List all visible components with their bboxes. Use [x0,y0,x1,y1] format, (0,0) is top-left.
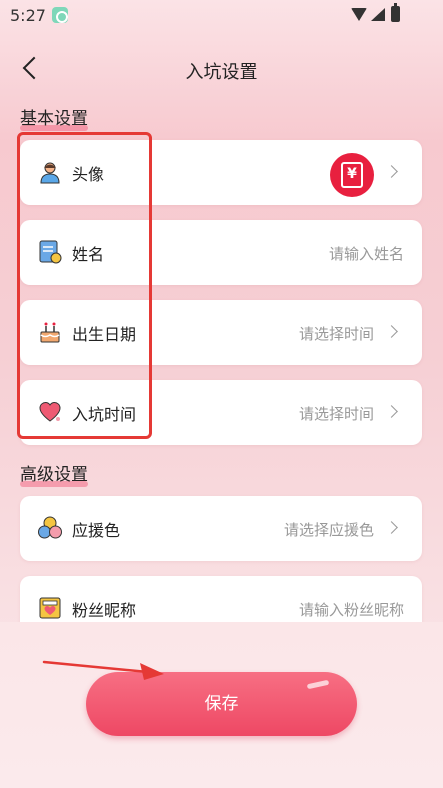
status-indicators [351,3,411,26]
receipt-yen-icon: ¥ [341,162,363,188]
section-title-basic: 基本设置 [20,109,88,131]
chevron-right-icon [385,405,398,418]
chevron-right-icon [385,165,398,178]
section-title-advanced: 高级设置 [20,465,88,487]
wifi-icon [351,8,367,21]
signal-icon [371,8,385,21]
page-title: 入坑设置 [185,62,258,83]
header: 入坑设置 [0,50,443,90]
entry-time-row[interactable]: 入坑时间 请选择时间 [20,380,422,445]
avatar-row[interactable]: 头像 ¥ [20,140,422,205]
entry-time-label: 入坑时间 [72,405,137,424]
app-notification-icon [52,7,68,23]
avatar-image[interactable]: ¥ [330,153,374,197]
heart-icon [39,401,61,422]
battery-icon [391,3,400,22]
save-button-label: 保存 [204,694,239,713]
entry-time-picker[interactable]: 请选择时间 [299,403,374,424]
birthday-picker[interactable]: 请选择时间 [299,323,374,344]
birthday-label: 出生日期 [72,325,137,344]
color-palette-icon [38,516,62,539]
status-bar: 5:27 [0,0,443,32]
name-label: 姓名 [72,245,105,264]
avatar-label: 头像 [72,165,105,184]
birthday-row[interactable]: 出生日期 请选择时间 [20,300,422,365]
name-input[interactable]: 请输入姓名 [329,243,404,264]
nameplate-icon [39,597,61,619]
chevron-right-icon [385,325,398,338]
support-color-row[interactable]: 应援色 请选择应援色 [20,496,422,561]
annotation-arrow-icon [42,660,164,680]
status-time: 5:27 [10,6,46,25]
cake-icon [40,322,60,343]
support-color-picker[interactable]: 请选择应援色 [284,519,374,540]
fan-nickname-input[interactable]: 请输入粉丝昵称 [299,599,404,620]
person-icon [40,162,60,184]
fan-nickname-label: 粉丝昵称 [72,601,137,620]
support-color-label: 应援色 [72,521,121,540]
chevron-right-icon [385,521,398,534]
id-card-icon [39,240,62,264]
name-row[interactable]: 姓名 请输入姓名 [20,220,422,285]
